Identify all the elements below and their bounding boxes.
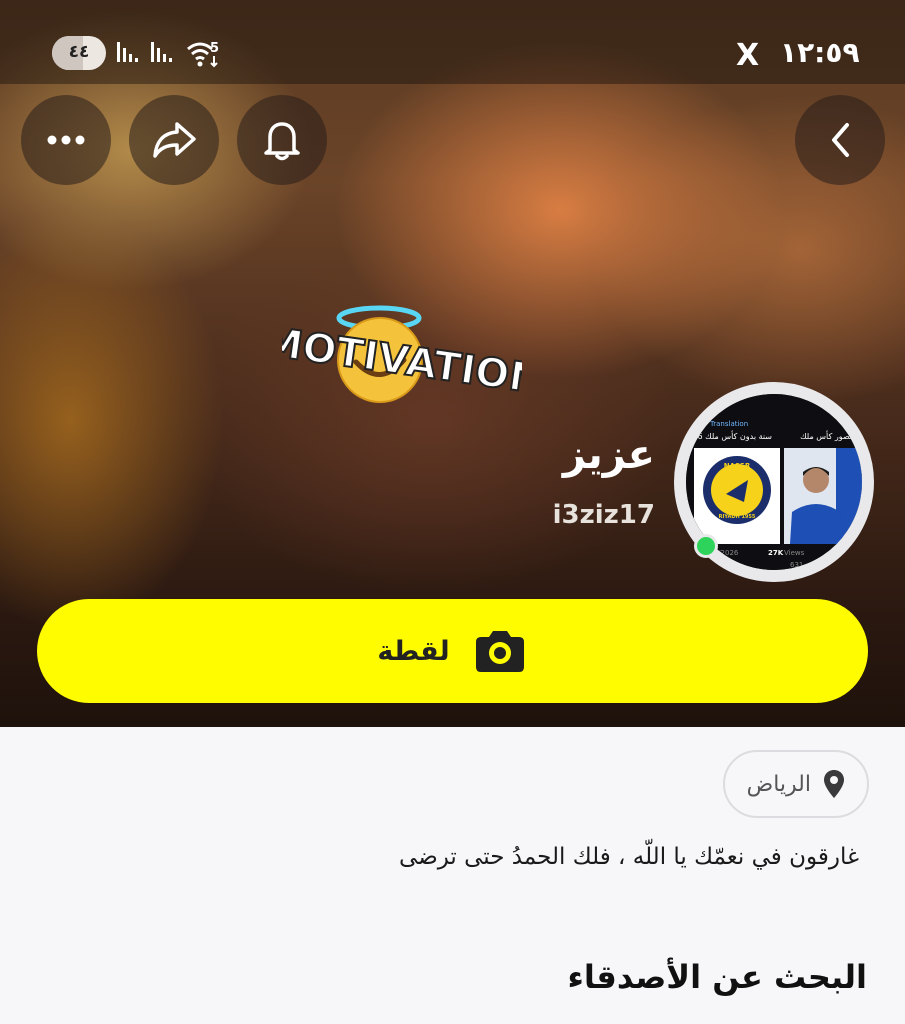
motivation-sticker: MOTIVATION: [282, 305, 522, 404]
location-pin-icon: [824, 770, 844, 798]
avatar-translation-label: Translation: [709, 420, 748, 428]
battery-level: ٤٤: [68, 42, 90, 62]
more-horizontal-icon: [47, 135, 85, 145]
avatar-likes: 631: [790, 561, 803, 569]
snap-button-label: لقطة: [377, 635, 450, 667]
avatar-views: 27K: [768, 549, 784, 557]
status-bar: ٤٤ 5 X ١٢:٥٩: [0, 0, 905, 84]
snap-button[interactable]: لقطة: [37, 599, 868, 703]
avatar-badge-bottom: RIYADH 1955: [719, 514, 756, 520]
avatar-badge-top: NASSR: [724, 462, 751, 470]
x-app-icon: X: [736, 38, 760, 73]
display-name: عزيز: [562, 432, 655, 478]
avatar-views-label: Views: [784, 549, 805, 557]
share-icon: [153, 122, 196, 158]
profile-bio: غارقون في نعمّك يا اللّه ، فلك الحمدُ حت…: [399, 844, 859, 870]
clock: ١٢:٥٩: [780, 36, 860, 69]
camera-icon: [475, 631, 524, 672]
share-button[interactable]: [129, 95, 219, 185]
avatar-tweet-title-left: نصور كأس ملك: [800, 430, 852, 441]
profile-hero: ٤٤ 5 X ١٢:٥٩ MOTIVATION عزيز i3ziz17 Tra…: [0, 0, 905, 727]
bell-icon: [264, 122, 300, 161]
wifi-badge: 5: [210, 41, 219, 56]
back-button[interactable]: [795, 95, 885, 185]
wifi-icon: 5: [187, 41, 219, 68]
online-status-dot: [694, 534, 718, 558]
signal-icon: [151, 42, 172, 62]
location-chip[interactable]: الرياض: [722, 750, 869, 818]
avatar-tweet-title-right: 36 سنة بدون كأس ملك: [692, 430, 772, 441]
username: i3ziz17: [552, 500, 655, 530]
chevron-left-icon: [832, 123, 849, 157]
notification-button[interactable]: [237, 95, 327, 185]
location-label: الرياض: [746, 771, 811, 797]
signal-icon: [117, 42, 138, 62]
find-friends-heading: البحث عن الأصدقاء: [567, 958, 867, 996]
battery-indicator: ٤٤: [52, 36, 106, 70]
more-button[interactable]: [21, 95, 111, 185]
